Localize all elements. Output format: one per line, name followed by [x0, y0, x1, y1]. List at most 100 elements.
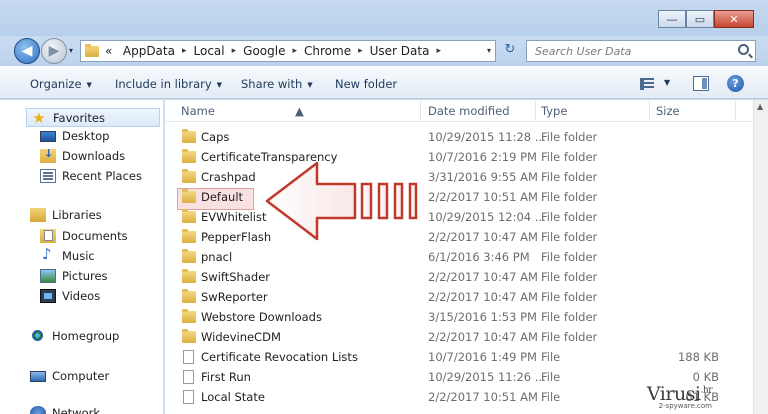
file-date-modified: 10/29/2015 11:26 ... [428, 370, 546, 384]
table-row[interactable]: Default 2/2/2017 10:51 AM File folder [165, 187, 753, 207]
breadcrumb-separator[interactable]: ▸ [182, 46, 187, 56]
column-divider[interactable] [420, 100, 421, 122]
nav-libraries-label: Libraries [52, 208, 102, 222]
file-type: File folder [541, 130, 598, 144]
sort-ascending-icon: ▲ [295, 104, 304, 118]
nav-favorites[interactable]: ★ Favorites [26, 108, 160, 127]
table-row[interactable]: SwReporter 2/2/2017 10:47 AM File folder [165, 287, 753, 307]
file-type: File folder [541, 230, 598, 244]
file-type: File folder [541, 190, 598, 204]
search-input[interactable] [527, 41, 727, 61]
file-name: EVWhitelist [201, 210, 267, 224]
column-name[interactable]: Name [181, 104, 215, 118]
minimize-button[interactable]: — [658, 10, 686, 28]
file-name: Local State [201, 390, 265, 404]
table-row[interactable]: WidevineCDM 2/2/2017 10:47 AM File folder [165, 327, 753, 347]
column-divider[interactable] [535, 100, 536, 122]
table-row[interactable]: SwiftShader 2/2/2017 10:47 AM File folder [165, 267, 753, 287]
views-dropdown[interactable]: ▼ [664, 78, 670, 87]
nav-pictures-label: Pictures [62, 269, 108, 283]
table-row[interactable]: PepperFlash 2/2/2017 10:47 AM File folder [165, 227, 753, 247]
table-row[interactable]: Webstore Downloads 3/15/2016 1:53 PM File … [165, 307, 753, 327]
nav-homegroup[interactable]: Homegroup [30, 329, 119, 343]
nav-music[interactable]: Music [40, 245, 95, 263]
file-name: Default [201, 190, 244, 204]
breadcrumb-overflow[interactable]: « [105, 44, 112, 58]
nav-libraries[interactable]: Libraries [30, 208, 102, 222]
table-row[interactable]: pnacl 6/1/2016 3:46 PM File folder [165, 247, 753, 267]
homegroup-icon [30, 329, 46, 343]
column-type[interactable]: Type [541, 104, 567, 118]
breadcrumb-local[interactable]: Local [194, 44, 225, 58]
table-row[interactable]: EVWhitelist 10/29/2015 12:04 ... File fold… [165, 207, 753, 227]
file-type: File [541, 370, 561, 384]
maximize-button[interactable]: ▭ [686, 10, 714, 28]
computer-icon [30, 370, 46, 382]
address-bar[interactable]: « ▸ AppData ▸ Local ▸ Google ▸ Chrome ▸ … [80, 40, 496, 62]
organize-label: Organize [30, 77, 82, 91]
column-size[interactable]: Size [656, 104, 680, 118]
column-date-modified[interactable]: Date modified [428, 104, 510, 118]
folder-icon [182, 169, 196, 183]
nav-desktop[interactable]: Desktop [40, 129, 109, 143]
breadcrumb-google[interactable]: Google [243, 44, 285, 58]
forward-button[interactable]: ▶ [41, 38, 67, 64]
nav-videos[interactable]: Videos [40, 289, 100, 303]
nav-recent-places-label: Recent Places [62, 169, 142, 183]
refresh-button[interactable]: ↻ [500, 42, 520, 60]
breadcrumb-separator[interactable]: ▸ [232, 46, 237, 56]
arrow-shape [265, 161, 357, 241]
folder-icon [182, 209, 196, 223]
file-name: SwReporter [201, 290, 268, 304]
vertical-scrollbar[interactable]: ▲ [753, 100, 768, 414]
file-date-modified: 2/2/2017 10:51 AM [428, 190, 538, 204]
breadcrumb-user-data[interactable]: User Data [370, 44, 430, 58]
back-button[interactable]: ◀ [14, 38, 40, 64]
nav-homegroup-label: Homegroup [52, 329, 120, 343]
include-in-library-button[interactable]: Include in library ▼ [115, 77, 222, 91]
folder-icon [85, 43, 99, 57]
watermark-tld: .hr [700, 385, 713, 396]
nav-documents[interactable]: Documents [40, 229, 128, 243]
table-row[interactable]: Certificate Revocation Lists 10/7/2016 1:… [165, 347, 753, 367]
change-view-icon[interactable] [640, 78, 654, 90]
nav-downloads[interactable]: Downloads [40, 147, 125, 163]
help-icon[interactable]: ? [727, 75, 744, 92]
scroll-up-icon[interactable]: ▲ [757, 102, 763, 111]
file-type: File folder [541, 270, 598, 284]
breadcrumb-separator[interactable]: ▸ [292, 46, 297, 56]
breadcrumb-separator[interactable]: ▸ [358, 46, 363, 56]
table-row[interactable]: Caps 10/29/2015 11:28 ... File folder [165, 127, 753, 147]
column-divider[interactable] [649, 100, 650, 122]
table-row[interactable]: CertificateTransparency 10/7/2016 2:19 PM… [165, 147, 753, 167]
file-size: 0 KB [692, 370, 719, 384]
file-date-modified: 10/29/2015 11:28 ... [428, 130, 546, 144]
nav-network[interactable]: Network [30, 406, 100, 414]
breadcrumb-separator[interactable]: ▸ [436, 46, 441, 56]
file-type: File folder [541, 250, 598, 264]
breadcrumb-chrome[interactable]: Chrome [304, 44, 351, 58]
nav-pictures[interactable]: Pictures [40, 269, 108, 283]
column-divider[interactable] [735, 100, 736, 122]
preview-pane-icon[interactable] [693, 76, 709, 91]
new-folder-button[interactable]: New folder [335, 77, 397, 91]
column-headers: ▲ Name Date modified Type Size [165, 100, 753, 122]
file-name: Webstore Downloads [201, 310, 322, 324]
table-row[interactable]: Crashpad 3/31/2016 9:55 AM File folder [165, 167, 753, 187]
search-icon[interactable] [738, 44, 749, 55]
organize-button[interactable]: Organize ▼ [30, 77, 92, 91]
file-name: WidevineCDM [201, 330, 281, 344]
folder-icon [182, 329, 196, 343]
music-icon [40, 245, 56, 263]
file-name: Certificate Revocation Lists [201, 350, 358, 364]
folder-icon [182, 249, 196, 263]
nav-recent-places[interactable]: Recent Places [40, 169, 142, 183]
address-dropdown[interactable]: ▾ [487, 46, 491, 55]
breadcrumb-appdata[interactable]: AppData [123, 44, 175, 58]
close-button[interactable]: ✕ [714, 10, 754, 28]
nav-computer[interactable]: Computer [30, 369, 109, 383]
share-with-button[interactable]: Share with ▼ [241, 77, 313, 91]
watermark-logo: Virusi.hr 2-spyware.com [647, 383, 713, 410]
recent-pages-dropdown[interactable]: ▾ [69, 46, 73, 55]
search-box[interactable] [526, 40, 756, 62]
